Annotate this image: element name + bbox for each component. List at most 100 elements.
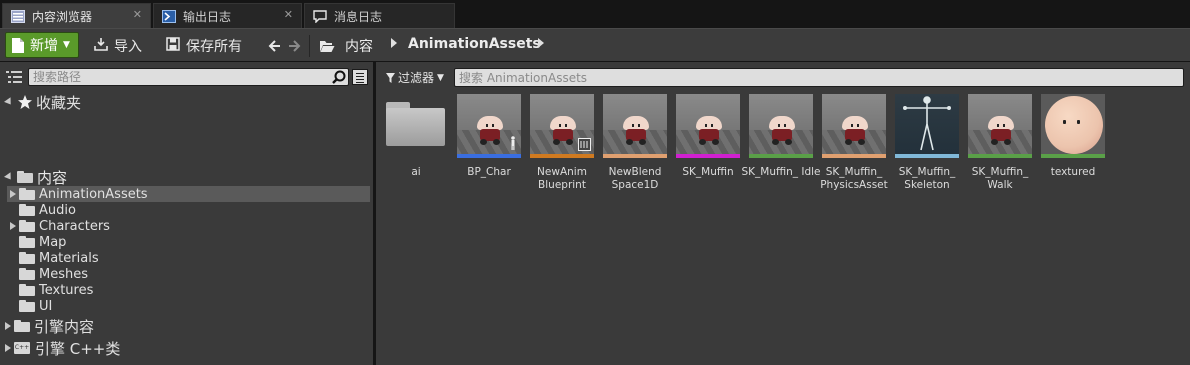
expand-arrow-icon[interactable] xyxy=(10,190,16,198)
character-icon xyxy=(511,136,515,150)
search-assets-input[interactable] xyxy=(455,69,1183,86)
expand-arrow-icon[interactable] xyxy=(5,344,11,352)
arrow-right-icon xyxy=(289,40,301,52)
view-options-icon[interactable] xyxy=(352,69,368,85)
tree-item-audio[interactable]: Audio xyxy=(7,202,370,218)
save-icon xyxy=(166,37,180,55)
asset-thumbnail xyxy=(822,94,886,158)
search-assets-field[interactable] xyxy=(454,68,1184,87)
filter-button[interactable]: 过滤器 ▼ xyxy=(386,69,444,86)
folder-open-icon[interactable] xyxy=(319,36,335,56)
tree-item-label: 引擎 C++类 xyxy=(35,339,121,358)
search-path-input[interactable] xyxy=(29,69,348,85)
asset-thumbnail xyxy=(530,94,594,158)
favorites-label: 收藏夹 xyxy=(36,93,82,112)
asset-label: SK_Muffin_ Skeleton xyxy=(898,166,956,191)
tab-content-browser[interactable]: 内容浏览器 ✕ xyxy=(2,3,151,28)
search-icon[interactable] xyxy=(332,70,346,84)
output-log-icon xyxy=(162,9,176,23)
folder-icon xyxy=(19,300,35,312)
tree-item-animationassets[interactable]: AnimationAssets xyxy=(7,186,370,202)
folder-icon xyxy=(19,268,35,280)
close-icon[interactable]: ✕ xyxy=(133,8,142,21)
folder-icon xyxy=(19,188,35,200)
chevron-down-icon: ▼ xyxy=(437,72,444,83)
breadcrumb-content[interactable]: 内容 xyxy=(345,36,373,56)
back-button[interactable] xyxy=(268,36,282,56)
folder-icon xyxy=(19,252,35,264)
skeleton-icon xyxy=(903,96,951,151)
tree-item-ui[interactable]: UI xyxy=(7,298,370,314)
search-path-field[interactable] xyxy=(28,68,349,86)
tree-item-meshes[interactable]: Meshes xyxy=(7,266,370,282)
tree-item-materials[interactable]: Materials xyxy=(7,250,370,266)
asset-thumbnail xyxy=(968,94,1032,158)
asset-thumbnail xyxy=(749,94,813,158)
import-button[interactable]: 导入 xyxy=(94,36,142,56)
chevron-down-icon: ▼ xyxy=(63,40,70,50)
asset-label: SK_Muffin xyxy=(682,166,734,178)
asset-label: SK_Muffin_ PhysicsAsset xyxy=(820,166,888,191)
save-all-button[interactable]: 保存所有 xyxy=(166,36,242,56)
asset-label: textured xyxy=(1050,166,1096,178)
expand-arrow-icon[interactable] xyxy=(10,222,16,230)
asset-thumbnail xyxy=(895,94,959,158)
breadcrumb-separator-icon[interactable] xyxy=(538,38,544,48)
asset-thumbnail xyxy=(1041,94,1105,158)
tree-item-characters[interactable]: Characters xyxy=(7,218,370,234)
expand-arrow-icon[interactable] xyxy=(5,322,11,330)
tree-item-label: Map xyxy=(39,234,67,250)
anim-blueprint-icon xyxy=(578,138,591,151)
tree-root-label: 内容 xyxy=(37,168,68,187)
filter-icon xyxy=(386,72,395,83)
tree-item-label: Meshes xyxy=(39,266,88,282)
asset-view-panel: 过滤器 ▼ ai BP_Char NewAnim Blueprint xyxy=(376,62,1190,365)
tree-item-engine-content[interactable]: 引擎内容 xyxy=(5,316,94,336)
asset-type-strip xyxy=(822,154,886,158)
asset-label: BP_Char xyxy=(467,166,511,178)
filter-label: 过滤器 xyxy=(398,71,435,85)
content-browser-icon xyxy=(11,9,25,23)
asset-label: NewBlend Space1D xyxy=(608,166,662,191)
tree-item-label: UI xyxy=(39,298,53,314)
new-document-icon xyxy=(12,37,24,53)
cpp-folder-icon: C++ xyxy=(14,342,30,354)
new-button[interactable]: 新增 ▼ xyxy=(5,32,79,58)
asset-type-strip xyxy=(749,154,813,158)
asset-thumbnail xyxy=(676,94,740,158)
tab-label: 内容浏览器 xyxy=(32,9,93,24)
asset-label: SK_Muffin_ Walk xyxy=(971,166,1029,191)
tree-item-engine-cpp[interactable]: C++ 引擎 C++类 xyxy=(5,338,120,358)
folder-icon xyxy=(14,320,30,332)
material-sphere xyxy=(1045,96,1103,154)
tree-item-label: Audio xyxy=(39,202,76,218)
asset-type-strip xyxy=(1041,154,1105,158)
tab-message-log[interactable]: 消息日志 xyxy=(304,3,455,28)
close-icon[interactable]: ✕ xyxy=(284,8,293,21)
expand-arrow-icon[interactable] xyxy=(4,97,14,107)
expand-arrow-icon[interactable] xyxy=(4,172,14,182)
sources-toggle-icon[interactable] xyxy=(6,71,22,83)
asset-label: NewAnim Blueprint xyxy=(537,166,587,191)
tree-root-content[interactable]: 内容 xyxy=(4,167,68,187)
asset-type-strip xyxy=(895,154,959,158)
forward-button[interactable] xyxy=(287,36,301,56)
tab-output-log[interactable]: 输出日志 ✕ xyxy=(153,3,302,28)
breadcrumb-separator-icon[interactable] xyxy=(391,38,397,48)
toolbar-divider xyxy=(309,35,310,57)
asset-label: SK_Muffin_ Idle xyxy=(741,166,821,178)
tree-item-map[interactable]: Map xyxy=(7,234,370,250)
breadcrumb-animation-assets[interactable]: AnimationAssets xyxy=(408,36,541,52)
asset-thumbnail xyxy=(603,94,667,158)
tree-item-label: 引擎内容 xyxy=(34,317,95,336)
tab-label: 消息日志 xyxy=(334,9,383,24)
favorites-header[interactable]: 收藏夹 xyxy=(4,92,82,112)
import-icon xyxy=(94,37,108,55)
arrow-left-icon xyxy=(268,40,280,52)
tree-item-textures[interactable]: Textures xyxy=(7,282,370,298)
asset-type-strip xyxy=(530,154,594,158)
folder-icon xyxy=(19,204,35,216)
tree-item-label: Textures xyxy=(39,282,94,298)
message-log-icon xyxy=(313,9,327,24)
tree-item-label: Materials xyxy=(39,250,99,266)
